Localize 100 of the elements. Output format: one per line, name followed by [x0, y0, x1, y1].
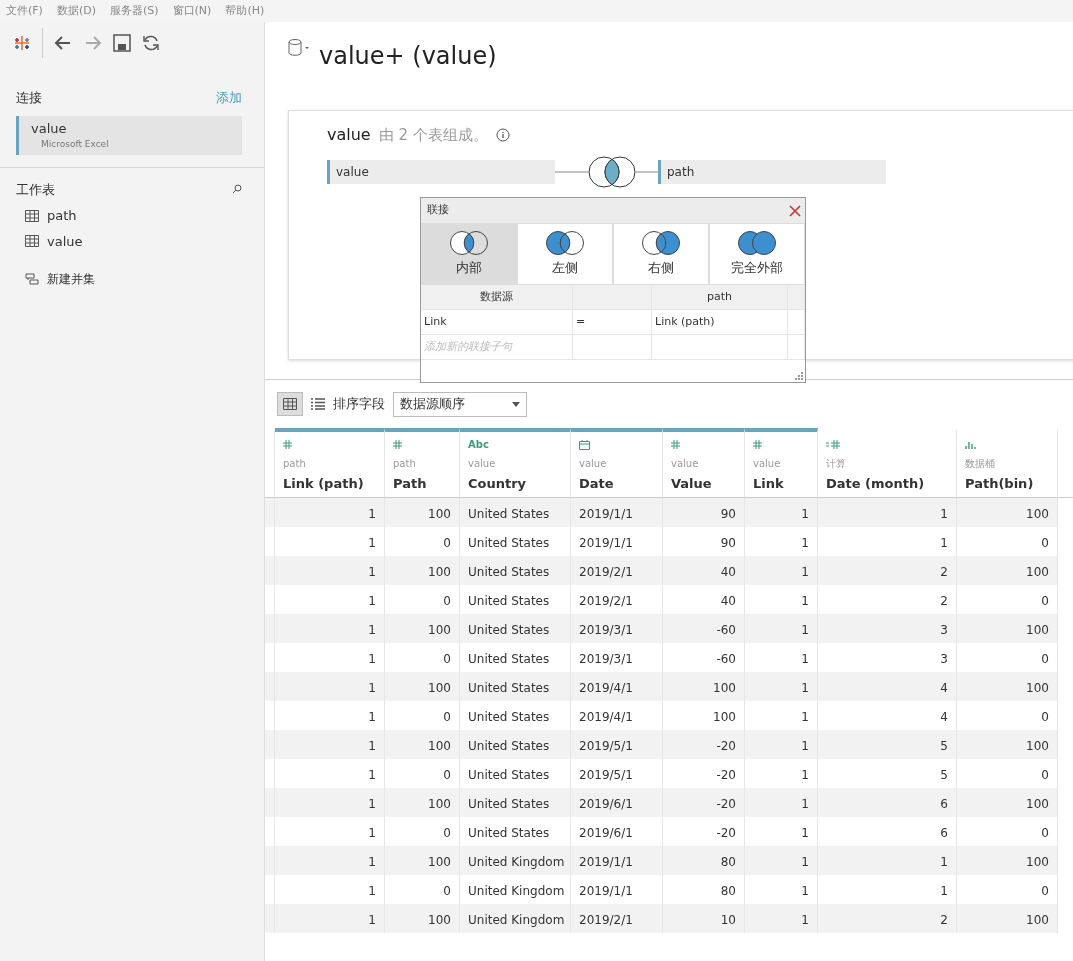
table-cell: 100	[957, 730, 1058, 759]
close-icon[interactable]	[789, 204, 801, 217]
grid-view-button[interactable]	[277, 392, 303, 416]
table-cell: 1	[745, 904, 818, 933]
table-cell: 10	[663, 904, 745, 933]
list-view-icon[interactable]	[311, 398, 325, 410]
table-cell: 100	[957, 672, 1058, 701]
calendar-icon[interactable]	[579, 439, 590, 450]
header-cell	[788, 285, 805, 310]
join-connector-drawing[interactable]	[555, 155, 658, 189]
union-icon	[25, 272, 39, 286]
column-header: 数据源	[421, 285, 573, 310]
column-header[interactable]: path Link (path)	[275, 428, 385, 498]
table-cell: 1	[275, 730, 385, 759]
table-cell: 100	[385, 730, 460, 759]
table-cell: 2019/6/1	[571, 788, 663, 817]
table-cell: 1	[745, 672, 818, 701]
new-union-item[interactable]: 新建并集	[47, 270, 95, 288]
connection-item[interactable]: value Microsoft Excel	[16, 115, 242, 155]
join-type-tab[interactable]: 内部	[421, 223, 517, 285]
field-name: Path	[393, 475, 428, 493]
table-cell: 100	[385, 904, 460, 933]
venn-icon	[449, 230, 489, 257]
field-cell[interactable]: Link (path)	[652, 310, 788, 335]
logo-icon[interactable]	[12, 33, 32, 53]
refresh-icon[interactable]	[141, 33, 161, 53]
table-cell: 2019/2/1	[571, 904, 663, 933]
sheet-item[interactable]: value	[47, 231, 83, 251]
resize-grip-icon[interactable]	[795, 372, 803, 380]
sheets-label: 工作表	[16, 180, 55, 199]
table-cell: 2	[818, 904, 957, 933]
table-cell: 40	[663, 556, 745, 585]
search-icon[interactable]	[232, 184, 242, 195]
source-name: value	[327, 124, 371, 146]
sheet-item[interactable]: path	[47, 206, 77, 226]
column-header: path	[652, 285, 788, 310]
table-cell: 2019/3/1	[571, 614, 663, 643]
table-cell: 2019/1/1	[571, 846, 663, 875]
table-cell: 1	[275, 614, 385, 643]
number-type-icon[interactable]	[393, 440, 402, 449]
field-source: path	[393, 457, 417, 471]
source-description: 由 2 个表组成。	[378, 124, 488, 146]
operator-cell[interactable]: =	[573, 310, 652, 335]
info-icon[interactable]	[495, 128, 510, 142]
table-icon	[25, 235, 39, 248]
column-header[interactable]: value Value	[663, 428, 745, 498]
column-header[interactable]: Abc value Country	[460, 428, 571, 498]
table-cell: 1	[745, 556, 818, 585]
table-node[interactable]: value	[327, 160, 555, 184]
grid-cell	[788, 310, 805, 335]
column-header[interactable]: value Link	[745, 428, 818, 498]
connections-label: 连接	[16, 89, 42, 107]
table-cell: 1	[275, 788, 385, 817]
field-name: Link	[753, 475, 785, 493]
table-cell: 100	[957, 788, 1058, 817]
column-header[interactable]: 数据桶 Path(bin)	[957, 428, 1058, 498]
table-cell: 2019/2/1	[571, 556, 663, 585]
table-cell: 100	[957, 614, 1058, 643]
table-cell: 100	[663, 672, 745, 701]
table-cell: 90	[663, 498, 745, 527]
table-cell: United States	[460, 498, 571, 527]
field-source: value	[468, 457, 497, 471]
table-cell: United States	[460, 556, 571, 585]
field-source: value	[671, 457, 700, 471]
field-cell[interactable]: Link	[421, 310, 573, 335]
histogram-icon[interactable]	[965, 440, 977, 449]
column-header[interactable]: path Path	[385, 428, 460, 498]
sort-label: 排序字段	[333, 395, 385, 414]
join-type-tab[interactable]: 左侧	[517, 223, 613, 285]
join-type-tab[interactable]: 右侧	[613, 223, 709, 285]
calculated-number-icon[interactable]	[826, 440, 840, 449]
join-type-tab[interactable]: 完全外部	[709, 223, 805, 285]
field-name: Date (month)	[826, 475, 926, 493]
table-cell: United States	[460, 730, 571, 759]
field-source: value	[579, 457, 608, 471]
table-cell: 100	[385, 556, 460, 585]
venn-icon	[737, 230, 777, 257]
field-name: Link (path)	[283, 475, 365, 493]
number-type-icon[interactable]	[753, 440, 762, 449]
field-name: Path(bin)	[965, 475, 1035, 493]
caret-icon	[512, 401, 520, 407]
column-header[interactable]: value Date	[571, 428, 663, 498]
sort-dropdown[interactable]: 数据源顺序	[393, 391, 527, 417]
table-cell: 1	[745, 498, 818, 527]
column-header[interactable]: 计算 Date (month)	[818, 428, 957, 498]
database-icon[interactable]	[287, 38, 311, 58]
table-cell: 1	[275, 556, 385, 585]
number-type-icon[interactable]	[283, 440, 292, 449]
data-source-title[interactable]: value+ (value)	[319, 38, 497, 74]
field-source: value	[753, 457, 782, 471]
table-cell: 2019/5/1	[571, 730, 663, 759]
table-cell: United States	[460, 788, 571, 817]
field-name: Date	[579, 475, 615, 493]
table-cell: 100	[385, 614, 460, 643]
table-cell: United Kingdom	[460, 904, 571, 933]
save-icon[interactable]	[113, 34, 131, 52]
table-cell: 100	[957, 498, 1058, 527]
table-node[interactable]: path	[658, 160, 886, 184]
field-source: 数据桶	[965, 457, 996, 471]
number-type-icon[interactable]	[671, 440, 680, 449]
